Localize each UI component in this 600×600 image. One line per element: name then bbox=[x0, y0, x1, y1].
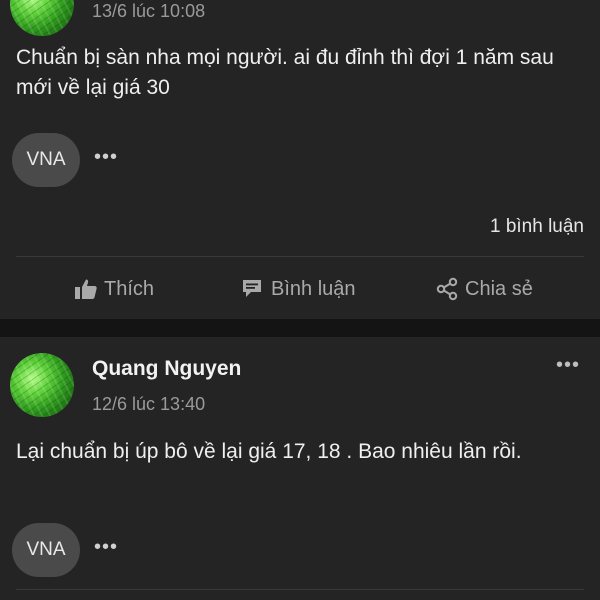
divider bbox=[16, 589, 584, 590]
comment-count[interactable]: 1 bình luận bbox=[490, 216, 584, 238]
author-name[interactable]: Quang Nguyen bbox=[92, 357, 241, 381]
post-separator bbox=[0, 319, 600, 337]
stock-tag-chip[interactable]: VNA bbox=[12, 133, 80, 187]
comment-label: Bình luận bbox=[271, 277, 356, 300]
post-card: 13/6 lúc 10:08 Chuẩn bị sàn nha mọi ngườ… bbox=[0, 0, 600, 319]
post-body: Lại chuẩn bị úp bô về lại giá 17, 18 . B… bbox=[16, 440, 522, 463]
author-avatar[interactable] bbox=[10, 0, 74, 36]
tag-more-icon[interactable]: ••• bbox=[94, 536, 118, 559]
post-actions: Thích Bình luận Chia sẻ bbox=[0, 269, 600, 309]
author-avatar[interactable] bbox=[10, 353, 74, 417]
share-button[interactable]: Chia sẻ bbox=[435, 269, 533, 309]
comment-icon bbox=[241, 278, 265, 300]
stock-tag-chip[interactable]: VNA bbox=[12, 523, 80, 577]
comment-button[interactable]: Bình luận bbox=[241, 269, 356, 309]
thumbs-up-icon bbox=[74, 278, 98, 300]
share-icon bbox=[435, 277, 459, 301]
post-card: Quang Nguyen ••• 12/6 lúc 13:40 Lại chuẩ… bbox=[0, 337, 600, 600]
like-button[interactable]: Thích bbox=[74, 269, 154, 309]
like-label: Thích bbox=[104, 277, 155, 300]
post-timestamp[interactable]: 13/6 lúc 10:08 bbox=[92, 1, 205, 22]
tag-more-icon[interactable]: ••• bbox=[94, 146, 118, 169]
more-icon[interactable]: ••• bbox=[556, 354, 580, 377]
divider bbox=[16, 256, 584, 257]
post-timestamp[interactable]: 12/6 lúc 13:40 bbox=[92, 394, 205, 415]
post-body: Chuẩn bị sàn nha mọi người. ai đu đỉnh t… bbox=[16, 46, 554, 99]
share-label: Chia sẻ bbox=[465, 277, 533, 300]
